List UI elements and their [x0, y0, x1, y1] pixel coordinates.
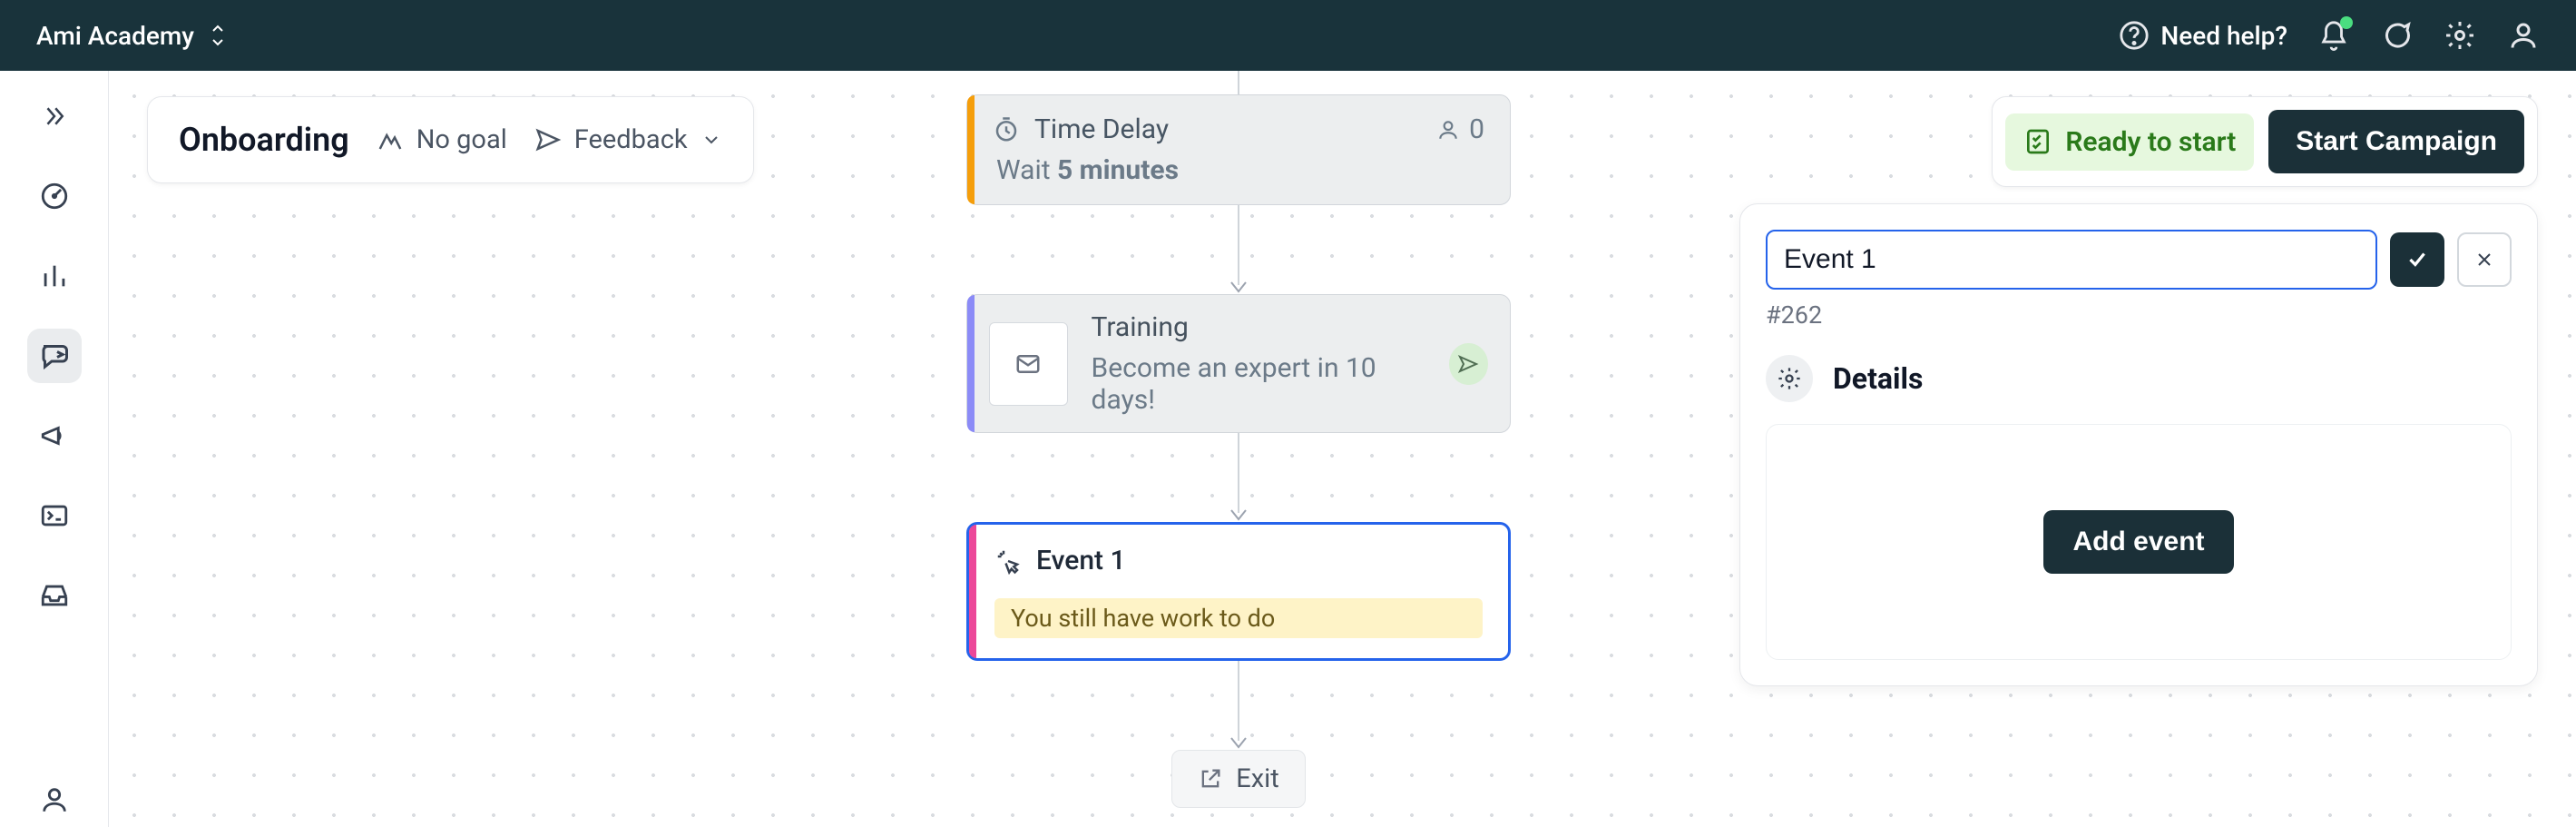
- nav-analytics[interactable]: [27, 249, 82, 303]
- event-name-input[interactable]: [1766, 230, 2377, 290]
- notifications-button[interactable]: [2318, 20, 2349, 51]
- goal-label: No goal: [416, 124, 507, 155]
- nav-automation[interactable]: [27, 488, 82, 543]
- workspace-name: Ami Academy: [36, 21, 194, 51]
- people-count-value: 0: [1469, 113, 1484, 145]
- need-help-link[interactable]: Need help?: [2119, 20, 2287, 51]
- need-help-label: Need help?: [2160, 21, 2287, 51]
- goal-icon: [377, 126, 404, 153]
- flow-column: Time Delay 0 Wait 5 minutes Training Bec…: [966, 71, 1511, 808]
- notification-dot: [2340, 16, 2353, 29]
- settings-icon[interactable]: [2444, 19, 2476, 52]
- stopwatch-icon: [993, 116, 1020, 143]
- chevron-updown-icon: [209, 23, 227, 48]
- nav-inbox[interactable]: [27, 568, 82, 623]
- connector: [1238, 205, 1239, 285]
- terminal-icon: [38, 500, 71, 531]
- workspace-switcher[interactable]: Ami Academy: [36, 21, 227, 51]
- email-subtitle: Become an expert in 10 days!: [1092, 352, 1425, 416]
- event-warning: You still have work to do: [994, 598, 1483, 638]
- node-accent: [967, 295, 975, 432]
- nav-sidebar: [0, 71, 109, 827]
- megaphone-icon: [39, 420, 70, 451]
- details-label: Details: [1833, 361, 1923, 396]
- user-icon: [39, 784, 70, 815]
- person-icon: [1436, 118, 1460, 142]
- exit-label: Exit: [1236, 763, 1278, 794]
- close-icon: [2473, 249, 2495, 271]
- cancel-name-button[interactable]: [2457, 232, 2512, 287]
- details-panel: #262 Details Add event: [1739, 203, 2538, 686]
- arrow-down-icon: [1230, 509, 1247, 522]
- goal-button[interactable]: No goal: [377, 124, 507, 155]
- bar-chart-icon: [39, 261, 70, 291]
- node-exit[interactable]: Exit: [1171, 750, 1305, 808]
- node-subtitle: Wait 5 minutes: [993, 154, 1484, 186]
- details-body: Add event: [1766, 424, 2512, 660]
- email-thumbnail: [989, 322, 1068, 406]
- arrow-down-icon: [1230, 281, 1247, 294]
- chat-icon[interactable]: [2380, 19, 2413, 52]
- flow-header: Onboarding No goal Feedback: [147, 96, 754, 183]
- help-icon: [2119, 20, 2150, 51]
- event-id: #262: [1766, 300, 2512, 330]
- node-accent: [969, 525, 976, 658]
- external-link-icon: [1198, 766, 1223, 792]
- event-title: Event 1: [1036, 545, 1126, 576]
- start-campaign-button[interactable]: Start Campaign: [2268, 110, 2524, 173]
- envelope-icon: [1011, 350, 1045, 378]
- wait-value: 5 minutes: [1057, 154, 1179, 186]
- confirm-name-button[interactable]: [2390, 232, 2444, 287]
- node-event[interactable]: Event 1 You still have work to do: [966, 522, 1511, 661]
- arrow-down-icon: [1230, 737, 1247, 750]
- node-title: Time Delay: [1034, 113, 1169, 145]
- flow-canvas[interactable]: Onboarding No goal Feedback Ready to sta…: [109, 71, 2576, 827]
- wait-prefix: Wait: [996, 154, 1051, 186]
- gear-icon: [1777, 366, 1802, 391]
- chevron-down-icon: [700, 129, 722, 151]
- node-email[interactable]: Training Become an expert in 10 days!: [966, 294, 1511, 433]
- check-icon: [2405, 248, 2429, 271]
- people-count: 0: [1436, 113, 1484, 145]
- chat-loop-icon: [38, 340, 71, 372]
- add-event-button[interactable]: Add event: [2043, 510, 2233, 574]
- email-title: Training: [1092, 311, 1425, 343]
- chevrons-right-icon: [41, 103, 68, 130]
- sidebar-expand-button[interactable]: [27, 89, 82, 143]
- nav-campaigns[interactable]: [27, 329, 82, 383]
- flow-controls: Ready to start Start Campaign: [1992, 96, 2538, 187]
- sent-badge: [1449, 343, 1488, 385]
- paper-plane-icon: [1457, 353, 1479, 375]
- connector: [1238, 433, 1239, 513]
- cursor-click-icon: [994, 547, 1022, 575]
- ready-badge: Ready to start: [2005, 113, 2254, 171]
- gauge-icon: [39, 181, 70, 212]
- flow-title: Onboarding: [179, 121, 349, 159]
- nav-dashboard[interactable]: [27, 169, 82, 223]
- node-accent: [967, 95, 975, 204]
- connector: [1238, 661, 1239, 741]
- profile-icon[interactable]: [2507, 19, 2540, 52]
- node-time-delay[interactable]: Time Delay 0 Wait 5 minutes: [966, 94, 1511, 205]
- details-section-header[interactable]: Details: [1766, 355, 2512, 402]
- inbox-icon: [39, 580, 70, 611]
- feedback-button[interactable]: Feedback: [534, 124, 722, 155]
- nav-broadcast[interactable]: [27, 409, 82, 463]
- nav-account[interactable]: [27, 773, 82, 827]
- checklist-icon: [2023, 127, 2052, 156]
- ready-label: Ready to start: [2065, 126, 2236, 158]
- send-icon: [534, 126, 562, 153]
- feedback-label: Feedback: [574, 124, 688, 155]
- connector: [1238, 71, 1239, 94]
- app-header: Ami Academy Need help?: [0, 0, 2576, 71]
